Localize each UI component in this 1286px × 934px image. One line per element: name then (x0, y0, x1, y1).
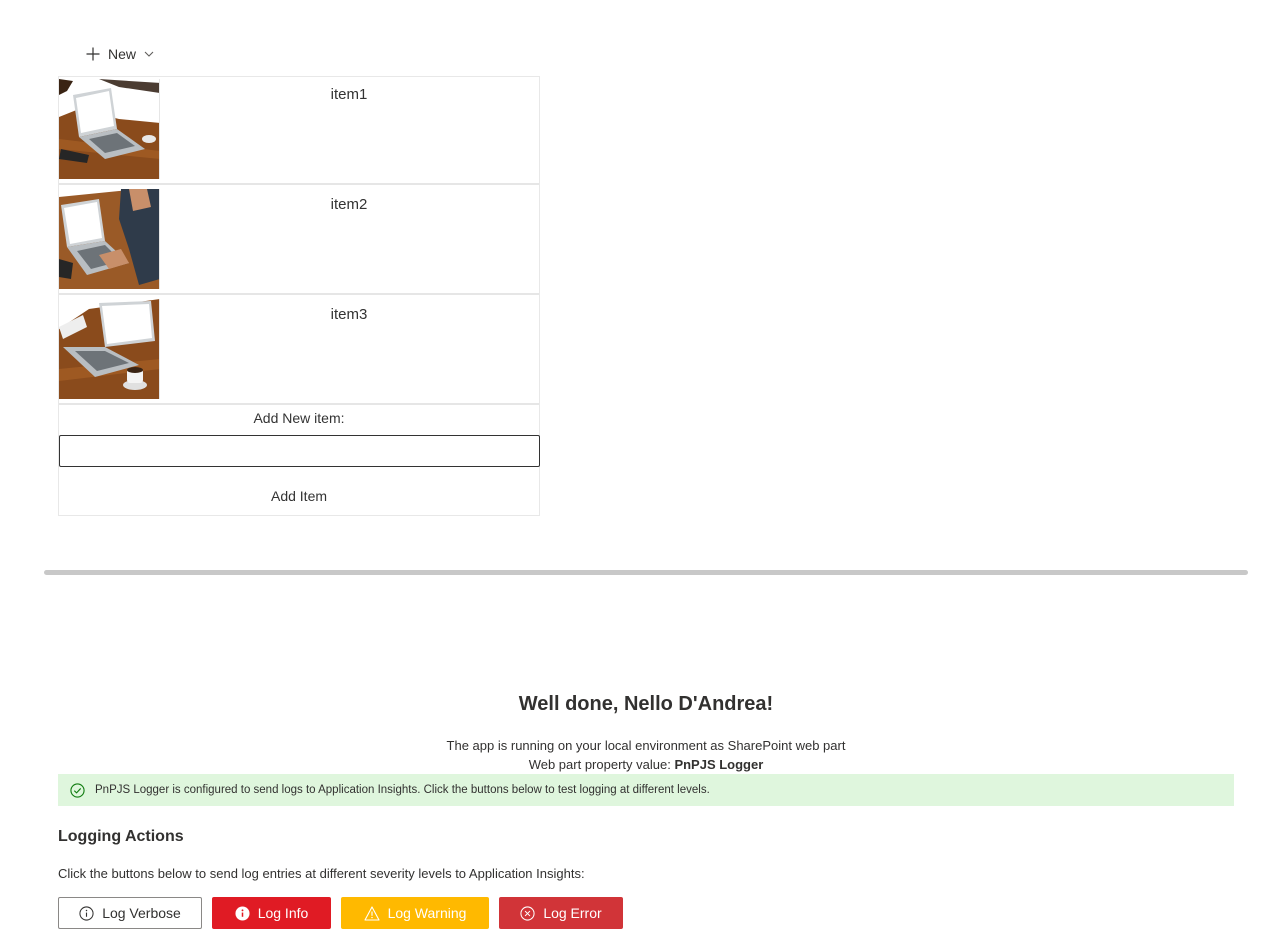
add-item-label: Add New item: (253, 410, 345, 426)
list-item[interactable]: item2 (59, 187, 539, 295)
log-warning-button[interactable]: Log Warning (341, 897, 489, 929)
logging-heading: Logging Actions (58, 828, 184, 845)
success-message-bar: PnPJS Logger is configured to send logs … (58, 774, 1234, 806)
log-verbose-label: Log Verbose (102, 905, 181, 921)
list-item[interactable]: item1 (59, 77, 539, 185)
check-circle-icon (70, 782, 85, 798)
info-outline-icon (79, 905, 94, 921)
new-item-input[interactable] (59, 435, 540, 467)
info-filled-icon (235, 905, 250, 921)
add-item-button[interactable]: Add Item (59, 481, 539, 511)
property-prefix: Web part property value: (528, 757, 675, 772)
item-thumbnail (59, 299, 160, 399)
new-command-label: New (108, 46, 137, 62)
welcome-title: Well done, Nello D'Andrea! (518, 693, 774, 715)
environment-text: The app is running on your local environ… (446, 738, 846, 753)
item-title: item3 (330, 306, 368, 323)
property-text: Web part property value: PnPJS Logger (0, 757, 1286, 772)
section-divider (44, 570, 1248, 575)
item-title: item2 (330, 196, 368, 213)
property-value: PnPJS Logger (674, 757, 764, 772)
item-title: item1 (330, 86, 368, 103)
list-item[interactable]: item3 (59, 297, 539, 405)
chevron-down-icon[interactable] (144, 49, 154, 59)
error-circle-icon (520, 905, 535, 921)
new-command-button[interactable]: New (86, 42, 154, 66)
log-error-button[interactable]: Log Error (499, 897, 623, 929)
log-info-label: Log Info (257, 905, 309, 921)
item-thumbnail (59, 189, 160, 289)
success-message-text: PnPJS Logger is configured to send logs … (95, 784, 710, 796)
item-thumbnail (59, 79, 160, 179)
items-list-panel: item1 item2 item3 Add New item: Add Item (58, 76, 540, 516)
warning-icon (364, 905, 380, 921)
log-info-button[interactable]: Log Info (212, 897, 331, 929)
logging-description: Click the buttons below to send log entr… (58, 866, 585, 881)
plus-icon (86, 47, 100, 61)
log-error-label: Log Error (543, 905, 602, 921)
log-warning-label: Log Warning (387, 905, 467, 921)
log-verbose-button[interactable]: Log Verbose (58, 897, 202, 929)
